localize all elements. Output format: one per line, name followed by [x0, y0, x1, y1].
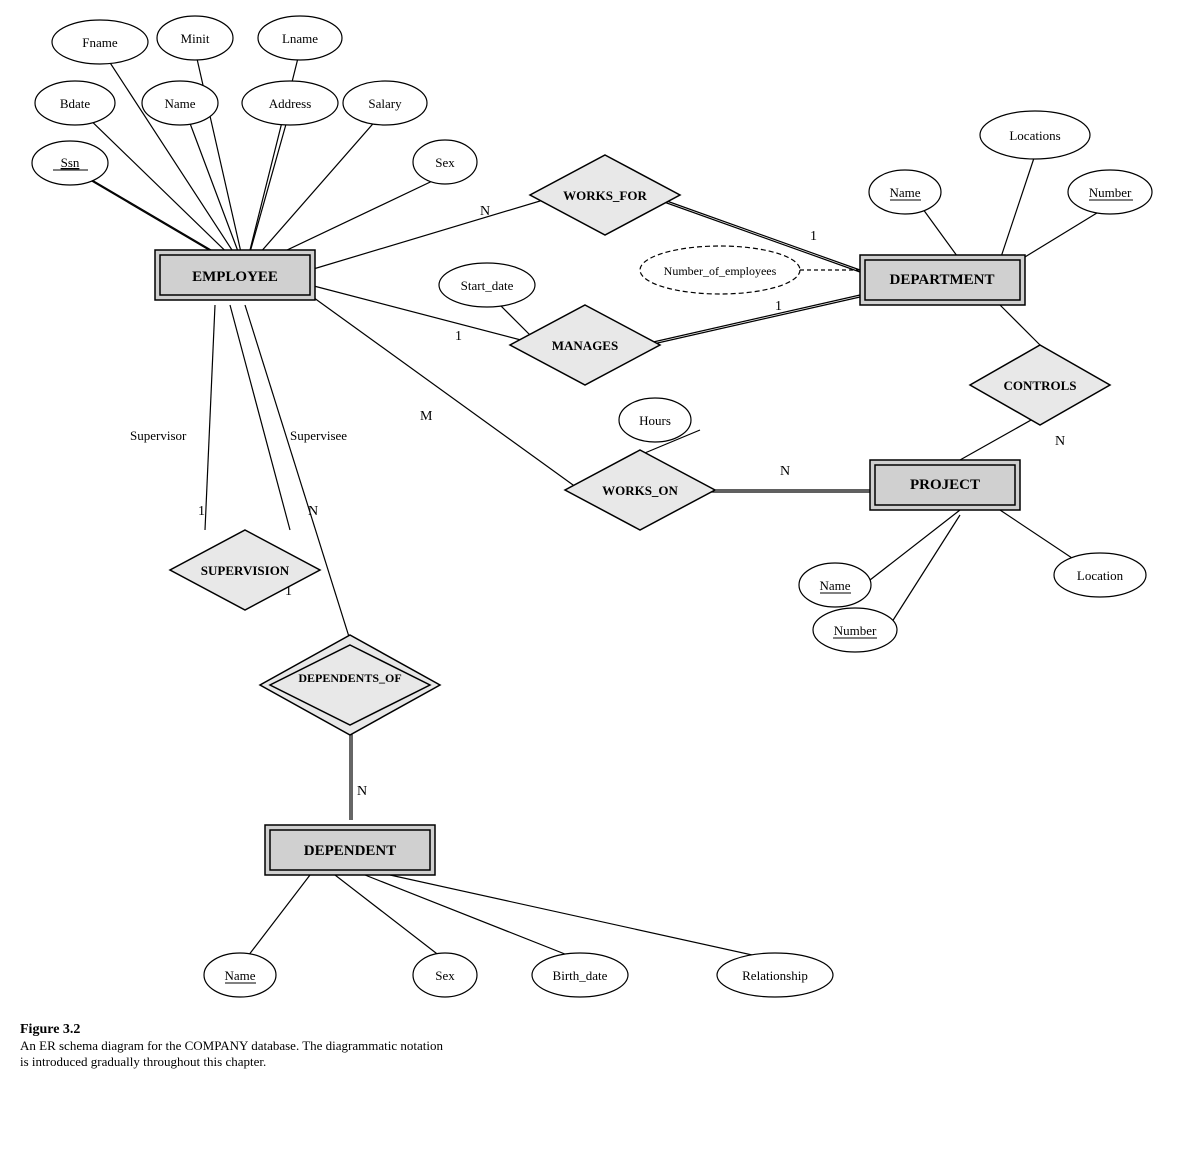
figure-caption: Figure 3.2 An ER schema diagram for the … [20, 1022, 720, 1070]
bdate-label: Bdate [60, 96, 91, 111]
caption-line1: An ER schema diagram for the COMPANY dat… [20, 1038, 720, 1054]
proj-number-label: Number [834, 623, 877, 638]
dependent-label: DEPENDENT [304, 843, 397, 859]
card-1-manages-dept: 1 [775, 299, 782, 314]
salary-label: Salary [368, 96, 402, 111]
num-employees-label: Number_of_employees [664, 264, 777, 278]
locations-label: Locations [1009, 128, 1060, 143]
card-n-works-on-proj: N [780, 464, 790, 479]
supervision-label: SUPERVISION [201, 563, 290, 578]
works-for-label: WORKS_FOR [563, 188, 647, 203]
minit-label: Minit [181, 31, 210, 46]
dept-number-label: Number [1089, 185, 1132, 200]
supervisee-label: Supervisee [290, 428, 347, 443]
relationship-label: Relationship [742, 968, 808, 983]
emp-name-label: Name [164, 96, 195, 111]
card-n-works-for-emp: N [480, 204, 490, 219]
birth-date-label: Birth_date [553, 968, 608, 983]
dependents-of-diamond-inner [270, 645, 430, 725]
ssn-label: Ssn [61, 155, 80, 170]
dep-name-label: Name [224, 968, 255, 983]
er-diagram: N 1 1 1 M N 1 N Supervisor 1 Supervisee … [0, 0, 1201, 1080]
card-n-supervisee: N [308, 504, 318, 519]
dept-name-label: Name [889, 185, 920, 200]
proj-name-label: Name [819, 578, 850, 593]
project-label: PROJECT [910, 477, 980, 493]
controls-label: CONTROLS [1004, 378, 1077, 393]
card-1-manages-emp: 1 [455, 329, 462, 344]
lname-label: Lname [282, 31, 318, 46]
sex-emp-label: Sex [435, 155, 455, 170]
fname-label: Fname [82, 35, 118, 50]
card-n-dependents: N [357, 784, 367, 799]
department-label: DEPARTMENT [889, 272, 994, 288]
address-label: Address [269, 96, 312, 111]
card-1-supervisor: 1 [198, 504, 205, 519]
location-label: Location [1077, 568, 1124, 583]
card-m-works-on-emp: M [420, 409, 433, 424]
hours-label: Hours [639, 413, 671, 428]
caption-title: Figure 3.2 [20, 1022, 720, 1038]
supervisor-label: Supervisor [130, 428, 187, 443]
card-n-controls-proj: N [1055, 434, 1065, 449]
dependents-of-label: DEPENDENTS_OF [298, 671, 401, 685]
employee-label: EMPLOYEE [192, 269, 278, 285]
card-1-works-for-dept: 1 [810, 229, 817, 244]
works-on-label: WORKS_ON [602, 483, 678, 498]
dep-sex-label: Sex [435, 968, 455, 983]
start-date-label: Start_date [461, 278, 514, 293]
caption-line2: is introduced gradually throughout this … [20, 1054, 720, 1070]
manages-label: MANAGES [552, 338, 618, 353]
